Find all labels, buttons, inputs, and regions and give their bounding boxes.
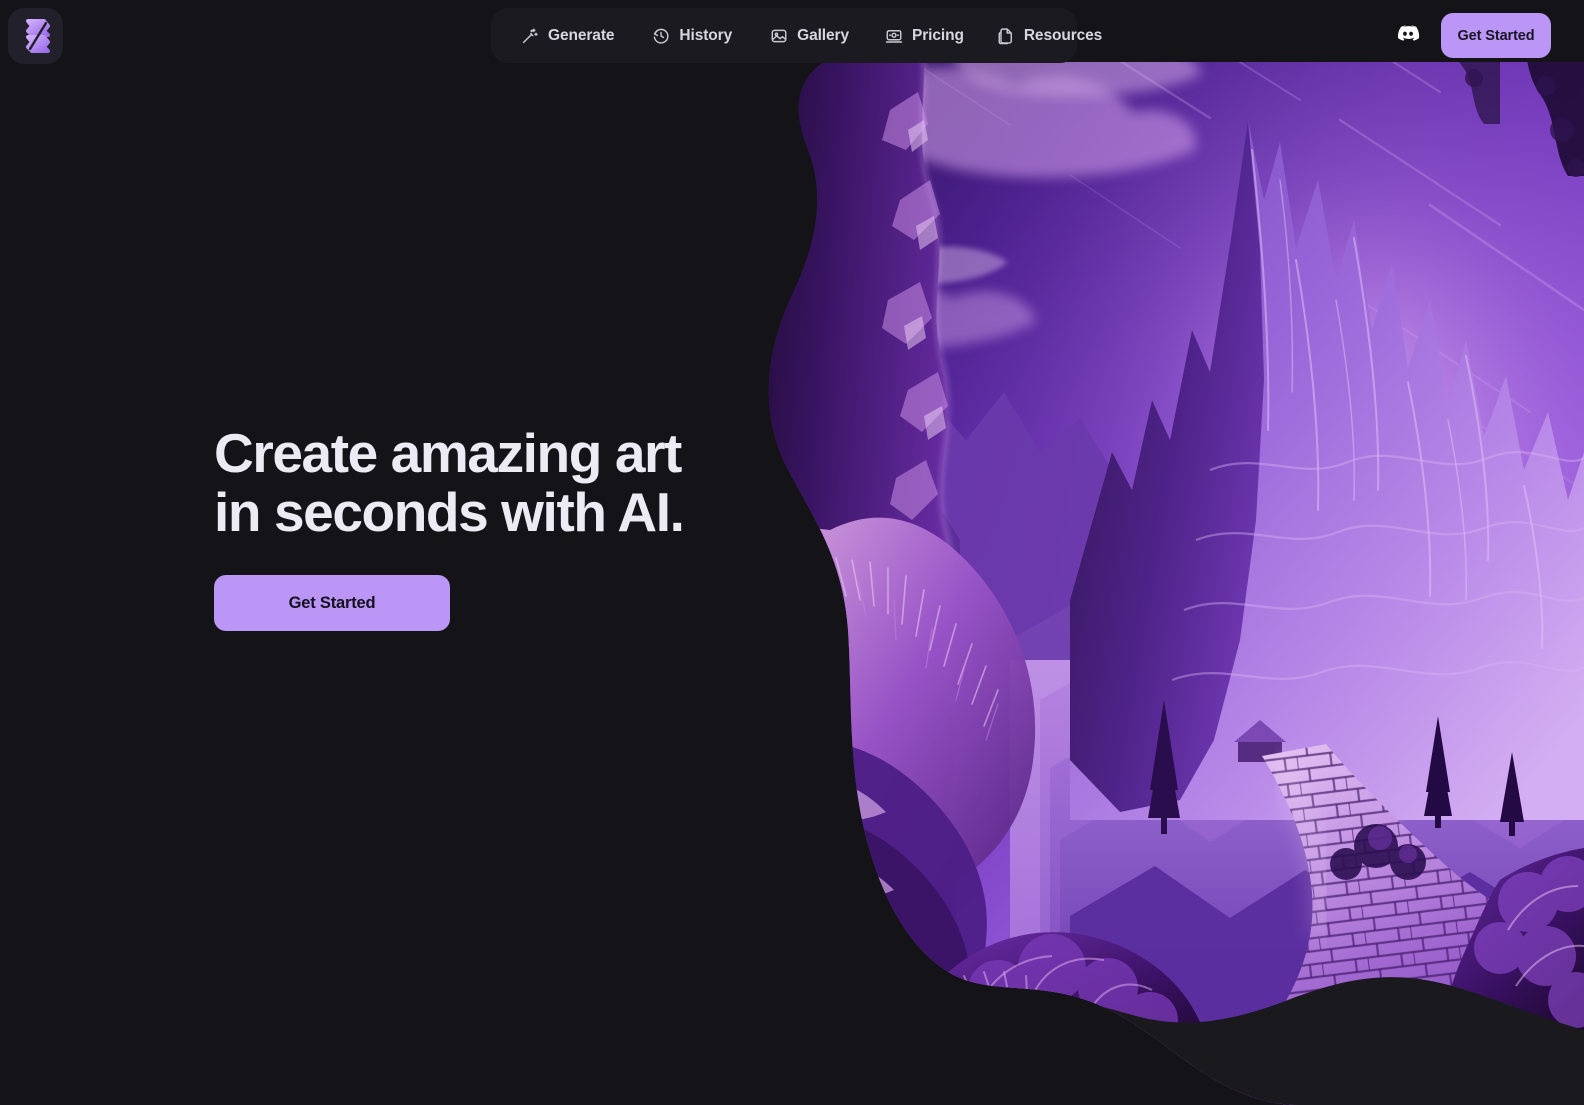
pricing-screen-icon: [885, 29, 903, 43]
nav-item-history[interactable]: History: [641, 21, 743, 51]
nav-label-gallery: Gallery: [797, 26, 849, 44]
nav-label-pricing: Pricing: [911, 26, 964, 44]
nav-item-pricing[interactable]: Pricing: [874, 21, 975, 51]
nav-label-resources: Resources: [1023, 26, 1103, 44]
main-navigation: Generate History Gallery Pricing Resourc…: [491, 8, 1102, 63]
document-icon: [998, 27, 1012, 44]
app-logo[interactable]: [8, 8, 63, 64]
hero-section: Create amazing art in seconds with AI. G…: [214, 424, 734, 631]
image-icon: [771, 29, 787, 42]
discord-link[interactable]: [1395, 21, 1421, 47]
hero-title: Create amazing art in seconds with AI.: [214, 422, 685, 543]
discord-icon: [1397, 25, 1420, 41]
get-started-button-hero[interactable]: Get Started: [214, 575, 450, 631]
get-started-button-top[interactable]: Get Started: [1441, 13, 1551, 58]
top-bar: Generate History Gallery Pricing Resourc…: [0, 0, 1584, 72]
nav-label-history: History: [679, 26, 733, 44]
nav-item-generate[interactable]: Generate: [510, 21, 625, 51]
hero-artwork-svg: [768, 0, 1584, 1105]
magic-wand-icon: [522, 28, 538, 43]
nav-item-gallery[interactable]: Gallery: [759, 21, 860, 51]
hero-artwork: [740, 0, 1584, 1105]
nav-label-generate: Generate: [548, 26, 615, 44]
app-logo-icon: [25, 19, 50, 53]
clock-history-icon: [654, 28, 669, 44]
nav-item-resources[interactable]: Resources: [986, 21, 1113, 51]
